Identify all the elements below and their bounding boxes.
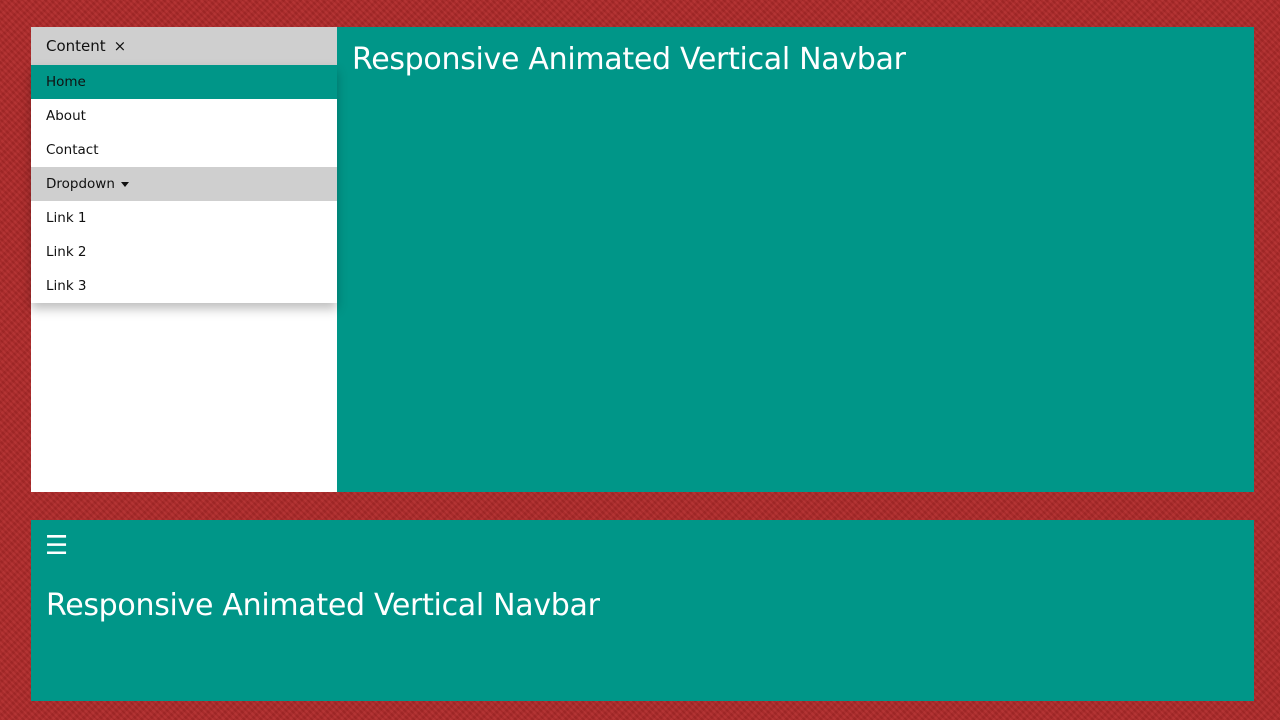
sidebar-item-home[interactable]: Home: [31, 65, 337, 99]
sidebar-header: Content ×: [31, 27, 337, 65]
bottom-demo-panel: ☰ Responsive Animated Vertical Navbar: [31, 520, 1254, 701]
close-icon[interactable]: ×: [114, 37, 127, 55]
sidebar-item-label: Home: [46, 74, 86, 90]
dropdown-link-label: Link 3: [46, 278, 87, 294]
sidebar-item-about[interactable]: About: [31, 99, 337, 133]
dropdown-link-2[interactable]: Link 2: [31, 235, 337, 269]
page-title: Responsive Animated Vertical Navbar: [46, 588, 600, 623]
sidebar-item-label: Contact: [46, 142, 99, 158]
hamburger-menu-icon[interactable]: ☰: [45, 532, 68, 560]
top-demo-panel: Content × Home About Contact Dropdown Li…: [31, 27, 1254, 492]
caret-down-icon: [120, 181, 129, 187]
sidebar-item-label: About: [46, 108, 86, 124]
sidebar-item-label: Dropdown: [46, 176, 115, 192]
sidebar-dropdown-toggle[interactable]: Dropdown: [31, 167, 337, 201]
dropdown-link-1[interactable]: Link 1: [31, 201, 337, 235]
dropdown-link-3[interactable]: Link 3: [31, 269, 337, 303]
sidebar-menu: Home About Contact Dropdown Link 1 Link …: [31, 65, 337, 303]
dropdown-link-label: Link 1: [46, 210, 87, 226]
sidebar-header-label: Content: [46, 37, 106, 55]
sidebar: Content × Home About Contact Dropdown Li…: [31, 27, 337, 492]
dropdown-link-label: Link 2: [46, 244, 87, 260]
sidebar-item-contact[interactable]: Contact: [31, 133, 337, 167]
page-title: Responsive Animated Vertical Navbar: [352, 42, 906, 77]
